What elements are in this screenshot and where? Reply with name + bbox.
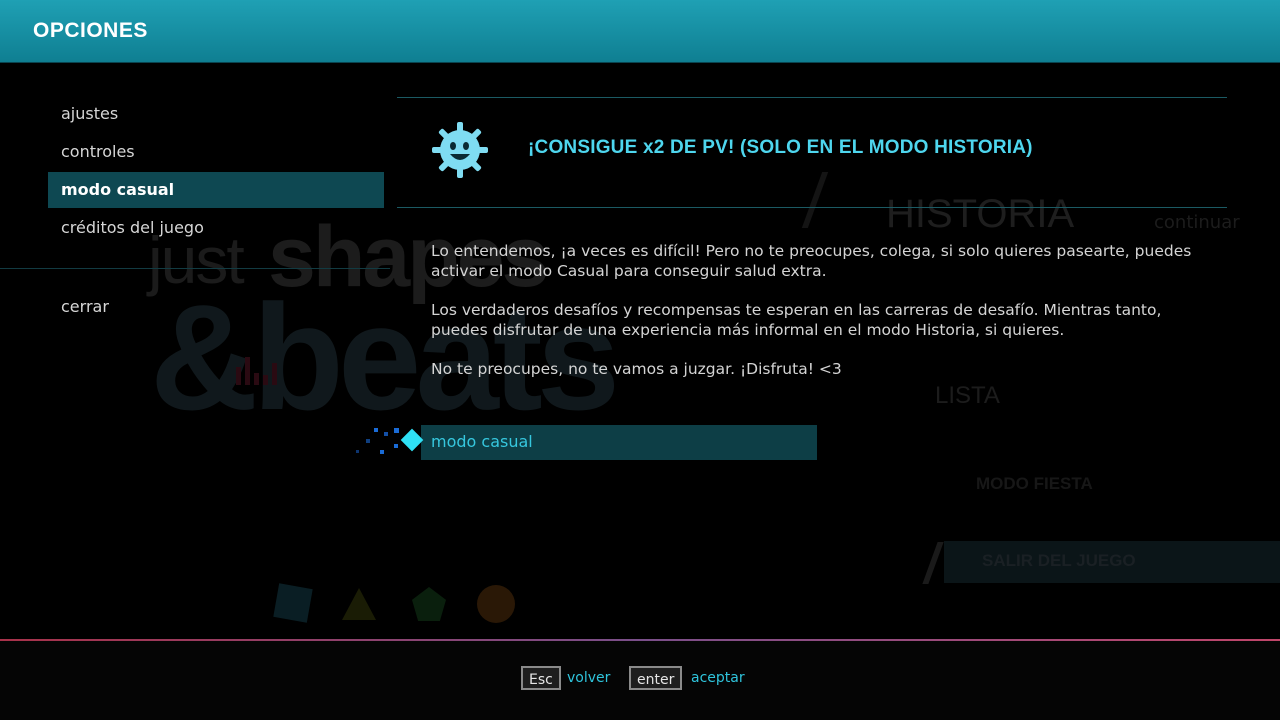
- sidebar-item-cerrar[interactable]: cerrar: [48, 289, 384, 325]
- header-bar: OPCIONES: [0, 0, 1280, 63]
- bg-salir: SALIR DEL JUEGO: [982, 551, 1136, 570]
- bg-salir-bar: [944, 541, 1280, 583]
- sidebar-item-controles[interactable]: controles: [48, 134, 384, 170]
- bg-slash: [922, 542, 944, 584]
- panel-description: Lo entendemos, ¡a veces es difícil! Pero…: [431, 241, 1221, 398]
- toggle-label: modo casual: [431, 432, 533, 451]
- panel-mid-rule: [397, 207, 1227, 208]
- panel-title: ¡CONSIGUE x2 DE PV! (SOLO EN EL MODO HIS…: [528, 137, 1033, 158]
- cursor-particle: [374, 428, 378, 432]
- cursor-particle: [394, 428, 399, 433]
- cursor-particle: [380, 450, 384, 454]
- selection-cursor-icon: [400, 428, 424, 452]
- modo-casual-toggle[interactable]: modo casual: [421, 425, 817, 460]
- description-paragraph: Los verdaderos desafíos y recompensas te…: [431, 301, 1162, 339]
- bg-logo-bars: [236, 357, 281, 385]
- bg-continuar: continuar: [1154, 212, 1240, 233]
- description-paragraph: No te preocupes, no te vamos a juzgar. ¡…: [431, 360, 842, 378]
- sidebar-divider: [0, 268, 390, 269]
- bg-circle-shape: [477, 585, 515, 623]
- options-sidebar: ajustes controles modo casual créditos d…: [48, 96, 384, 248]
- page-title: OPCIONES: [33, 19, 148, 42]
- sidebar-item-creditos[interactable]: créditos del juego: [48, 210, 384, 246]
- accept-button[interactable]: aceptar: [691, 670, 745, 686]
- sidebar-item-ajustes[interactable]: ajustes: [48, 96, 384, 132]
- cursor-particle: [394, 444, 398, 448]
- esc-key-icon: Esc: [521, 666, 561, 690]
- bg-historia: HISTORIA: [886, 192, 1075, 236]
- sidebar-item-modo-casual[interactable]: modo casual: [48, 172, 384, 208]
- smiling-gear-mascot-icon: [432, 122, 488, 178]
- back-button[interactable]: volver: [567, 670, 610, 686]
- cursor-particle: [384, 432, 388, 436]
- panel-top-rule: [397, 97, 1227, 98]
- cursor-particle: [356, 450, 359, 453]
- cursor-particle: [366, 439, 370, 443]
- description-paragraph: Lo entendemos, ¡a veces es difícil! Pero…: [431, 242, 1192, 280]
- enter-key-icon: enter: [629, 666, 683, 690]
- bg-triangle-shape: [342, 588, 376, 620]
- bg-modo-fiesta: MODO FIESTA: [976, 474, 1093, 493]
- bg-pentagon-shape: [412, 587, 446, 621]
- bg-square-shape: [273, 583, 313, 623]
- bg-slash: [801, 172, 829, 228]
